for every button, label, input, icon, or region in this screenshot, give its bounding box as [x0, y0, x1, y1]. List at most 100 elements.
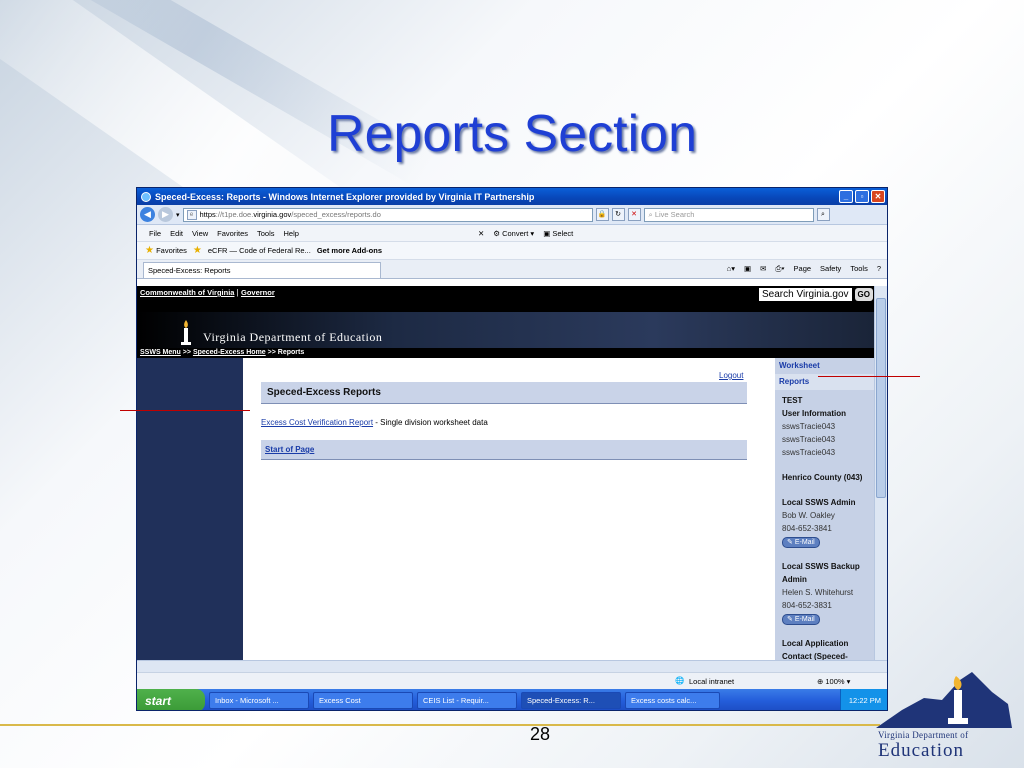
convert-button[interactable]: ⚙ Convert ▾ [493, 229, 534, 238]
tools-menu[interactable]: Tools [850, 264, 868, 274]
go-button[interactable]: GO [854, 288, 873, 301]
mail-icon[interactable]: ✉ [760, 264, 766, 274]
crumb-speced-home[interactable]: Speced-Excess Home [193, 349, 266, 356]
safety-menu[interactable]: Safety [820, 264, 841, 274]
status-bar: 🌐 Local intranet ⊕ 100% ▾ [137, 672, 887, 689]
web-page: Commonwealth of Virginia | Governor Sear… [137, 286, 875, 660]
menu-edit[interactable]: Edit [170, 229, 183, 238]
menu-tools[interactable]: Tools [257, 229, 275, 238]
close-button[interactable]: ✕ [871, 190, 885, 203]
user-line: sswsTracie043 [782, 435, 836, 444]
virginia-map-icon [876, 672, 1012, 728]
start-of-page-bar: Start of Page [261, 440, 747, 460]
history-dropdown-icon[interactable]: ▾ [176, 211, 180, 219]
callout-arrow [818, 376, 920, 377]
app-contact-heading: Local Application Contact (Speced- [782, 639, 849, 660]
user-line: sswsTracie043 [782, 422, 836, 431]
admin-name: Bob W. Oakley [782, 511, 835, 520]
admin-email-button[interactable]: ✎ E-Mail [782, 537, 820, 548]
tab-row: Speced-Excess: Reports ⌂▾ ▣ ✉ ⎙▾ Page Sa… [137, 260, 887, 279]
back-button[interactable]: ◀ [140, 207, 155, 222]
refresh-icon[interactable]: ↻ [611, 208, 625, 221]
search-input[interactable]: ⌕ Live Search [643, 207, 814, 222]
search-icon[interactable]: ⌕ [816, 208, 830, 221]
right-nav: Worksheet Reports TEST User Information … [775, 358, 875, 660]
report-description: - Single division worksheet data [373, 418, 488, 427]
search-virginia-button[interactable]: Search Virginia.gov [759, 288, 852, 301]
admin-heading: Local SSWS Admin [782, 498, 856, 507]
page-icon: e [186, 209, 197, 220]
lock-icon[interactable]: 🔒 [595, 208, 609, 221]
backup-heading: Local SSWS Backup Admin [782, 562, 860, 584]
favorites-button[interactable]: ★ Favorites [145, 245, 187, 256]
task-ceis-list[interactable]: CEIS List - Requir... [417, 692, 517, 709]
home-icon[interactable]: ⌂▾ [727, 264, 735, 274]
footer-rule [0, 724, 880, 726]
menu-file[interactable]: File [149, 229, 161, 238]
print-icon[interactable]: ⎙▾ [775, 264, 784, 274]
backup-email-button[interactable]: ✎ E-Mail [782, 614, 820, 625]
link-commonwealth[interactable]: Commonwealth of Virginia [140, 288, 234, 297]
start-button[interactable]: start [137, 689, 205, 710]
zone-label: Local intranet [689, 677, 735, 686]
page-menu[interactable]: Page [794, 264, 812, 274]
tab-title: Speced-Excess: Reports [148, 266, 231, 275]
maximize-button[interactable]: ▫ [855, 190, 869, 203]
crumb-current: >> Reports [267, 349, 305, 356]
logo-line1: Virginia Department of [878, 730, 969, 740]
taskbar: start Inbox - Microsoft ... Excess Cost … [137, 689, 887, 710]
task-excess-costs-calc[interactable]: Excess costs calc... [625, 692, 720, 709]
select-button[interactable]: ▣ Select [543, 229, 573, 238]
backup-phone: 804-652-3831 [782, 601, 832, 610]
start-of-page-link[interactable]: Start of Page [265, 445, 314, 454]
task-excess-cost[interactable]: Excess Cost [313, 692, 413, 709]
search-placeholder: Live Search [654, 209, 695, 219]
fav-link-addons[interactable]: Get more Add-ons [317, 246, 382, 255]
menu-help[interactable]: Help [284, 229, 299, 238]
zoom-control[interactable]: ⊕ 100% ▾ [817, 677, 850, 686]
menu-favorites[interactable]: Favorites [217, 229, 248, 238]
horizontal-scrollbar[interactable] [137, 660, 887, 672]
link-governor[interactable]: Governor [241, 288, 275, 297]
breadcrumb: SSWS Menu >> Speced-Excess Home >> Repor… [137, 348, 875, 358]
window-title: Speced-Excess: Reports - Windows Interne… [155, 191, 535, 202]
task-speced-excess[interactable]: Speced-Excess: R... [521, 692, 621, 709]
window-titlebar: Speced-Excess: Reports - Windows Interne… [137, 188, 887, 205]
address-input[interactable]: e https://t1pe.doe.virginia.gov/speced_e… [182, 207, 593, 222]
left-nav [137, 358, 243, 660]
help-icon[interactable]: ? [877, 264, 881, 274]
vdoe-logo: Virginia Department of Education [872, 670, 1014, 761]
address-bar-row: ◀ ▶ ▾ e https://t1pe.doe.virginia.gov/sp… [137, 205, 887, 225]
browser-tab[interactable]: Speced-Excess: Reports [143, 262, 381, 278]
url-host: ://t1pe.doe. [215, 210, 254, 219]
url-scheme: https [199, 210, 216, 219]
backup-name: Helen S. Whitehurst [782, 588, 854, 597]
slide-number: 28 [530, 724, 551, 744]
menu-view[interactable]: View [192, 229, 208, 238]
nav-worksheet[interactable]: Worksheet [775, 358, 875, 374]
favorites-bar: ★ Favorites ★ eCFR — Code of Federal Re.… [137, 242, 887, 260]
site-banner: Virginia Department of Education [137, 312, 875, 348]
forward-button[interactable]: ▶ [158, 207, 173, 222]
report-link[interactable]: Excess Cost Verification Report [261, 418, 373, 427]
scroll-thumb[interactable] [876, 298, 886, 498]
crumb-sep: >> [182, 349, 191, 356]
ie-icon [141, 191, 151, 202]
user-info-heading: User Information [782, 409, 847, 418]
add-favorite-icon[interactable]: ★ [193, 245, 202, 256]
email-label: E-Mail [794, 616, 815, 623]
crumb-ssws-menu[interactable]: SSWS Menu [140, 349, 181, 356]
minimize-button[interactable]: _ [839, 190, 853, 203]
stop-icon[interactable]: ✕ [627, 208, 641, 221]
logout-link[interactable]: Logout [719, 371, 743, 380]
site-header-name: Virginia Department of Education [203, 330, 383, 344]
url-path: /speced_excess/reports.do [291, 210, 381, 219]
vertical-scrollbar[interactable] [874, 286, 887, 660]
email-label: E-Mail [794, 539, 815, 546]
feeds-icon[interactable]: ▣ [744, 264, 751, 274]
slide-title: Reports Section [327, 105, 697, 163]
task-inbox[interactable]: Inbox - Microsoft ... [209, 692, 309, 709]
logo-line2: Education [878, 740, 965, 761]
fav-link-ecfr[interactable]: eCFR — Code of Federal Re... [208, 246, 311, 255]
report-row: Excess Cost Verification Report - Single… [261, 418, 775, 427]
